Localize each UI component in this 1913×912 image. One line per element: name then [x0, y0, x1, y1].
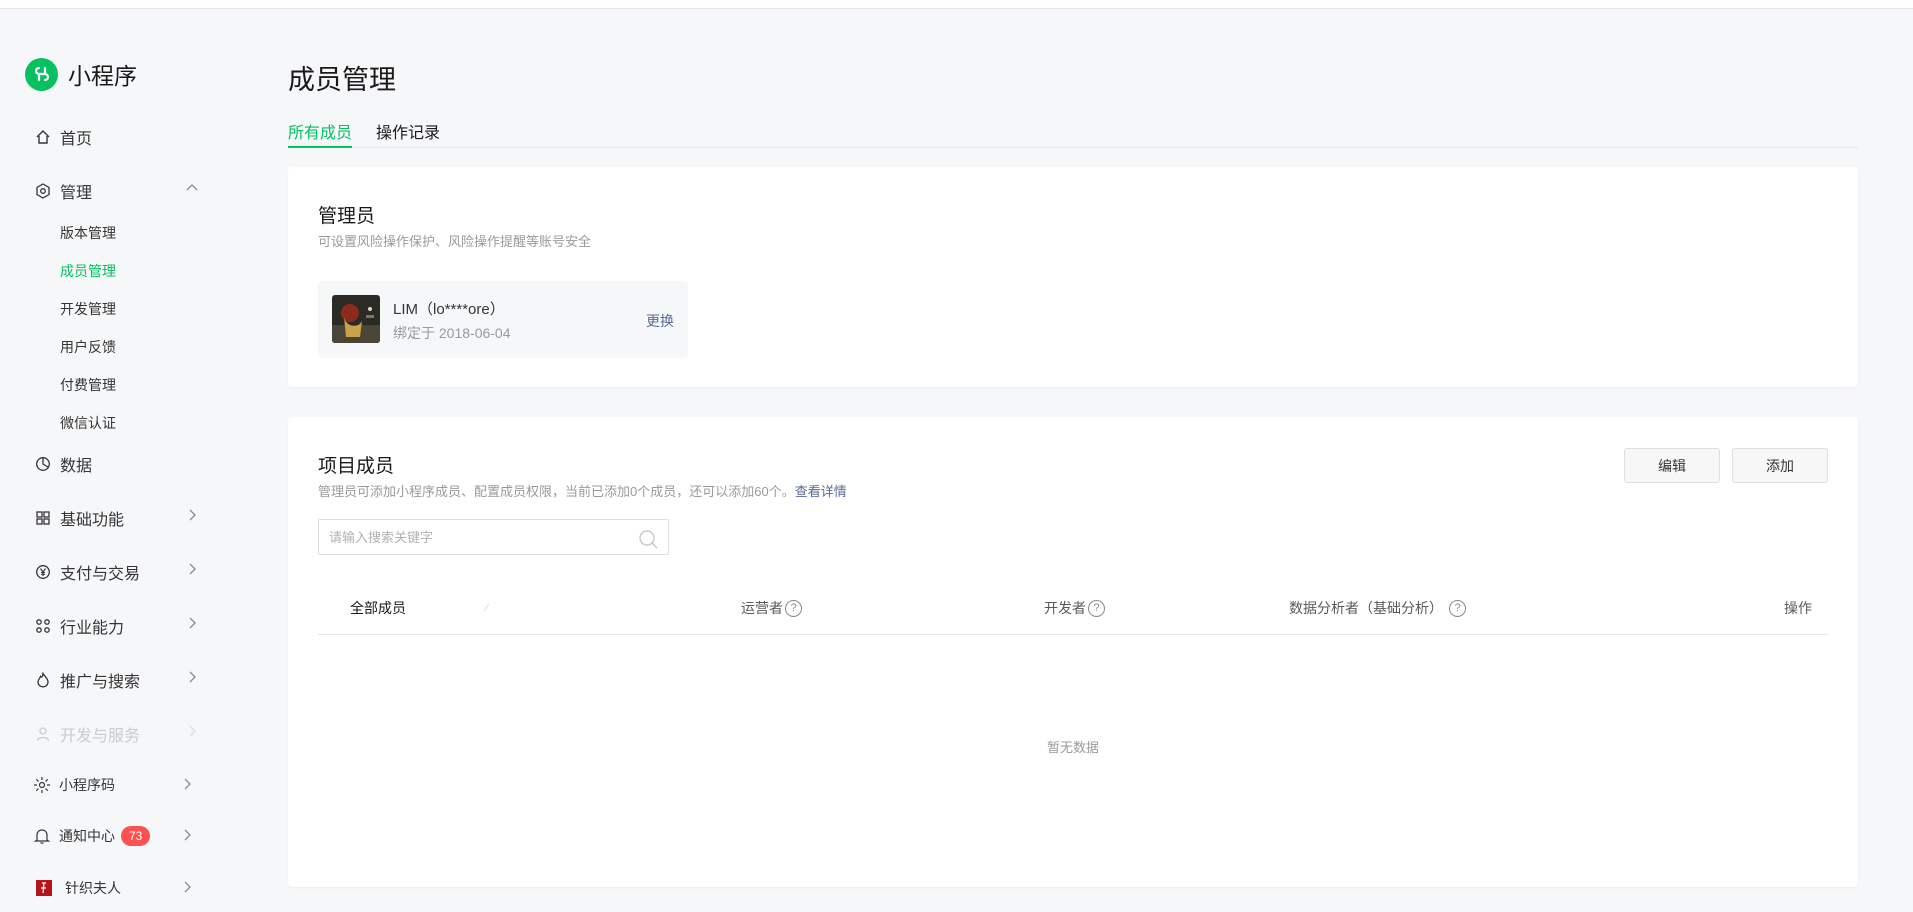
chevron-right-icon	[179, 827, 195, 843]
column-all-members[interactable]: 全部成员 ⁄	[350, 598, 488, 618]
sidebar-item-label: 通知中心	[59, 828, 115, 844]
view-details-link[interactable]: 查看详情	[795, 484, 847, 499]
sidebar: 小程序 首页 管理 版本管理 成员管理 开发管理 用户反馈 付费管理 微信认证 …	[0, 9, 250, 912]
account-avatar-icon	[35, 879, 53, 897]
brand[interactable]: 小程序	[25, 57, 137, 91]
sidebar-item-label: 行业能力	[60, 620, 125, 637]
search-input[interactable]	[329, 528, 629, 546]
chevron-right-icon	[184, 723, 200, 739]
chevron-up-icon	[184, 180, 200, 196]
search-icon[interactable]	[637, 528, 659, 550]
admin-card: 管理员 可设置风险操作保护、风险操作提醒等账号安全 LIM（lo****ore）…	[288, 167, 1858, 387]
grid-icon	[34, 509, 52, 527]
sidebar-item-label: 首页	[60, 131, 93, 148]
sidebar-item-account[interactable]: 针织夫人	[35, 878, 191, 898]
chevron-right-icon	[179, 776, 195, 792]
help-icon[interactable]: ?	[785, 599, 802, 617]
sidebar-item-data[interactable]: 数据	[34, 452, 92, 476]
avatar	[332, 295, 380, 343]
column-label: 运营者	[741, 600, 783, 616]
sidebar-item-industry[interactable]: 行业能力	[34, 614, 196, 638]
search-field[interactable]	[318, 519, 669, 555]
tab-all-members[interactable]: 所有成员	[288, 119, 353, 148]
sidebar-subitem-members[interactable]: 成员管理	[60, 261, 116, 281]
home-icon	[34, 128, 52, 146]
sidebar-item-label: 小程序码	[59, 777, 115, 793]
change-admin-link[interactable]: 更换	[646, 311, 674, 331]
column-operator: 运营者 ?	[741, 598, 802, 618]
members-description: 管理员可添加小程序成员、配置成员权限，当前已添加0个成员，还可以添加60个。查看…	[318, 481, 847, 500]
members-card: 项目成员 管理员可添加小程序成员、配置成员权限，当前已添加0个成员，还可以添加6…	[288, 417, 1858, 887]
sidebar-item-label: 基础功能	[60, 512, 125, 529]
members-table-header: 全部成员 ⁄ 运营者 ? 开发者 ? 数据分析者（基础分析） ? 操作	[318, 585, 1828, 635]
edit-button[interactable]: 编辑	[1624, 448, 1720, 483]
flame-icon	[34, 671, 52, 689]
sidebar-item-home[interactable]: 首页	[34, 125, 92, 149]
admin-title: 管理员	[318, 206, 376, 227]
sidebar-subitem-verify[interactable]: 微信认证	[60, 413, 116, 433]
chevron-right-icon	[179, 879, 195, 895]
nodes-icon	[34, 617, 52, 635]
sidebar-item-label: 开发与服务	[60, 728, 141, 745]
column-developer: 开发者 ?	[1044, 598, 1105, 618]
sidebar-subitem-feedback[interactable]: 用户反馈	[60, 337, 116, 357]
empty-state-text: 暂无数据	[1046, 740, 1099, 755]
tab-operation-log[interactable]: 操作记录	[376, 119, 440, 148]
sidebar-subitem-version[interactable]: 版本管理	[60, 223, 116, 243]
admin-name: LIM（lo****ore）	[393, 301, 505, 318]
notification-count-badge: 73	[121, 826, 151, 846]
yuan-coin-icon	[34, 563, 52, 581]
sun-code-icon	[33, 776, 51, 794]
chevron-right-icon	[184, 507, 200, 523]
chevron-right-icon	[184, 669, 200, 685]
sidebar-item-qrcode[interactable]: 小程序码	[33, 775, 191, 795]
admin-info-box: LIM（lo****ore） 绑定于 2018-06-04 更换	[318, 281, 688, 358]
page-title: 成员管理	[288, 65, 396, 95]
chevron-right-icon	[184, 561, 200, 577]
sidebar-item-basic[interactable]: 基础功能	[34, 506, 196, 530]
sidebar-subitem-payment[interactable]: 付费管理	[60, 375, 116, 395]
sidebar-item-label: 数据	[60, 458, 93, 475]
sidebar-item-label: 推广与搜索	[60, 674, 141, 691]
settings-hex-icon	[34, 182, 52, 200]
column-analyst: 数据分析者（基础分析） ?	[1289, 598, 1466, 618]
user-icon	[34, 725, 52, 743]
members-description-text: 管理员可添加小程序成员、配置成员权限，当前已添加0个成员，还可以添加60个。	[318, 484, 795, 499]
admin-bind-date: 绑定于 2018-06-04	[393, 325, 511, 341]
bell-icon	[33, 827, 51, 845]
tab-bar: 所有成员 操作记录	[288, 119, 1858, 148]
sidebar-subitem-dev[interactable]: 开发管理	[60, 299, 116, 319]
members-title: 项目成员	[318, 456, 395, 477]
column-label: 数据分析者（基础分析）	[1289, 600, 1443, 616]
chevron-right-icon	[184, 615, 200, 631]
sidebar-item-label: 管理	[60, 185, 93, 202]
top-bar	[0, 0, 1913, 9]
sidebar-item-label: 针织夫人	[65, 880, 121, 896]
help-icon[interactable]: ?	[1449, 599, 1466, 617]
column-label: 开发者	[1044, 600, 1086, 616]
sort-handle-icon: ⁄	[486, 602, 488, 614]
sidebar-item-manage[interactable]: 管理	[34, 179, 198, 203]
miniprogram-logo-icon	[25, 57, 58, 91]
sidebar-item-promote[interactable]: 推广与搜索	[34, 668, 196, 692]
brand-name: 小程序	[68, 63, 137, 89]
pie-chart-icon	[34, 455, 52, 473]
sidebar-item-label: 支付与交易	[60, 566, 141, 583]
help-icon[interactable]: ?	[1088, 599, 1105, 617]
sidebar-item-notify[interactable]: 通知中心 73	[33, 826, 191, 846]
column-label: 全部成员	[350, 600, 406, 616]
add-button[interactable]: 添加	[1732, 448, 1828, 483]
admin-description: 可设置风险操作保护、风险操作提醒等账号安全	[318, 234, 592, 249]
column-action: 操作	[1784, 600, 1812, 616]
sidebar-item-devservice[interactable]: 开发与服务	[34, 722, 196, 746]
sidebar-item-pay[interactable]: 支付与交易	[34, 560, 196, 584]
